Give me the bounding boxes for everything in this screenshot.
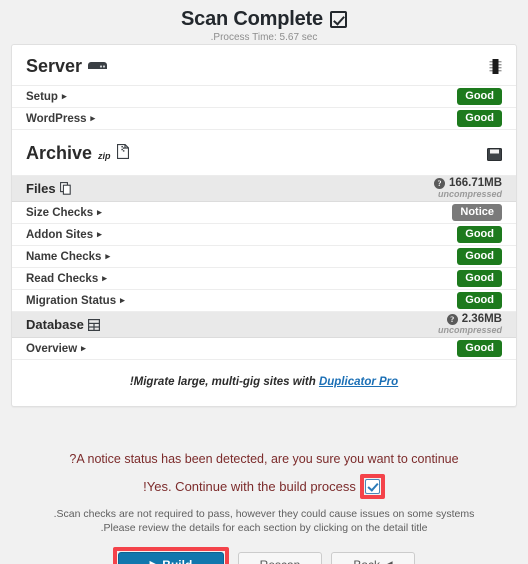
row-size-checks-label: Size Checks (26, 206, 94, 219)
footer-notes: .Scan checks are not required to pass, h… (0, 507, 528, 535)
row-setup[interactable]: Setup ▸ Good (12, 86, 516, 108)
row-migration-status[interactable]: Migration Status ▸ Good (12, 290, 516, 312)
promo-text: !Migrate large, multi-gig sites with (129, 376, 319, 388)
notice-warning-text: ?A notice status has been detected, are … (69, 452, 459, 466)
row-setup-label-wrap: Setup ▸ (26, 91, 66, 103)
row-wordpress[interactable]: WordPress ▸ Good (12, 108, 516, 130)
row-name-checks[interactable]: Name Checks ▸ Good (12, 246, 516, 268)
confirm-build-checkbox[interactable] (364, 479, 380, 494)
microchip-icon (489, 58, 502, 75)
back-button[interactable]: Back ◀ (331, 552, 415, 564)
chevron-right-icon: ▸ (81, 343, 86, 353)
section-header-server: Server (12, 45, 516, 86)
row-read-checks-label: Read Checks (26, 272, 99, 285)
row-setup-label: Setup (26, 90, 58, 103)
row-addon-sites-label-wrap: Addon Sites ▸ (26, 229, 102, 241)
row-overview-label-wrap: Overview ▸ (26, 343, 86, 355)
chevron-right-icon: ▸ (97, 207, 102, 217)
table-grid-icon (87, 318, 100, 331)
footer-buttons: ▶ Build Rescan Back ◀ (0, 547, 528, 564)
chevron-right-icon: ▸ (105, 251, 110, 261)
database-size-value-wrap: ? 2.36MB (438, 312, 502, 325)
duplicator-pro-link[interactable]: Duplicator Pro (319, 376, 398, 388)
section-header-archive: Archive zip (12, 130, 516, 176)
confirm-build-label: !Yes. Continue with the build process (143, 478, 356, 494)
section-title-server-text: Server (26, 56, 83, 76)
files-size-cell: ? 166.71MB uncompressed (433, 176, 502, 200)
row-name-checks-label: Name Checks (26, 250, 102, 263)
files-copy-icon (59, 182, 71, 195)
chevron-right-icon: ▸ (102, 273, 107, 283)
files-size-value: 166.71MB (448, 176, 502, 189)
row-addon-sites-label: Addon Sites (26, 228, 94, 241)
chevron-right-icon: ▸ (90, 113, 96, 123)
row-overview[interactable]: Overview ▸ Good (12, 338, 516, 360)
build-button[interactable]: ▶ Build (118, 552, 224, 564)
floppy-save-icon (487, 148, 502, 161)
status-badge: Good (457, 110, 502, 127)
footer-note-2: .Please review the details for each sect… (100, 522, 428, 534)
database-size-value: 2.36MB (461, 312, 502, 325)
chevron-right-icon: ▸ (61, 91, 67, 101)
chevron-right-icon: ▸ (97, 229, 102, 239)
process-time-label: .Process Time: 5.67 sec (210, 32, 318, 43)
row-size-checks-label-wrap: Size Checks ▸ (26, 207, 102, 219)
page-title-text: Scan Complete (181, 8, 323, 30)
row-read-checks[interactable]: Read Checks ▸ Good (12, 268, 516, 290)
archive-format-label: zip (98, 151, 111, 161)
page-title: Scan Complete (181, 7, 347, 31)
status-badge: Good (457, 292, 502, 309)
footer-note-1: .Scan checks are not required to pass, h… (53, 508, 475, 520)
question-circle-icon[interactable]: ? (446, 313, 458, 325)
promo-banner: !Migrate large, multi-gig sites with Dup… (12, 360, 516, 406)
row-database[interactable]: Database ? 2.36MB uncompressed (12, 312, 516, 338)
status-badge: Good (457, 248, 502, 265)
page-header: Scan Complete .Process Time: 5.67 sec (0, 0, 528, 44)
scan-results-card: Server Setup ▸ Good WordPress ▸ Good Arc… (11, 44, 517, 407)
chevron-right-icon: ▸ (120, 295, 125, 305)
row-migration-status-label: Migration Status (26, 294, 117, 307)
section-rows-archive: Files ? 166.71MB uncompressed Size Check… (12, 176, 516, 360)
section-title-archive-text: Archive (26, 143, 93, 163)
section-title-server: Server (26, 55, 108, 77)
confirm-build-row: !Yes. Continue with the build process (0, 474, 528, 499)
rescan-button[interactable]: Rescan (238, 552, 322, 564)
row-name-checks-label-wrap: Name Checks ▸ (26, 251, 110, 263)
files-size-note: uncompressed (437, 188, 502, 199)
confirm-checkbox-highlight (359, 474, 385, 499)
database-size-cell: ? 2.36MB uncompressed (437, 312, 502, 336)
row-addon-sites[interactable]: Addon Sites ▸ Good (12, 224, 516, 246)
database-size-note: uncompressed (437, 324, 502, 335)
status-badge: Good (457, 226, 502, 243)
section-rows-server: Setup ▸ Good WordPress ▸ Good (12, 86, 516, 130)
row-migration-status-label-wrap: Migration Status ▸ (26, 295, 125, 307)
status-badge: Notice (452, 204, 502, 221)
row-wordpress-label-wrap: WordPress ▸ (26, 113, 95, 125)
file-zip-icon (116, 144, 129, 159)
row-database-label-wrap: Database (26, 317, 100, 332)
row-overview-label: Overview (26, 342, 78, 355)
row-wordpress-label: WordPress (26, 112, 87, 125)
row-files-label-wrap: Files (26, 181, 71, 196)
row-database-label: Database (26, 317, 84, 332)
row-size-checks[interactable]: Size Checks ▸ Notice (12, 202, 516, 224)
checkbox-checked-icon (329, 10, 347, 28)
scan-results-page: Scan Complete .Process Time: 5.67 sec Se… (0, 0, 528, 564)
status-badge: Good (457, 340, 502, 357)
row-read-checks-label-wrap: Read Checks ▸ (26, 273, 107, 285)
server-icon (88, 59, 108, 72)
files-size-value-wrap: ? 166.71MB (433, 176, 502, 189)
question-circle-icon[interactable]: ? (433, 177, 445, 189)
build-button-highlight: ▶ Build (113, 547, 229, 564)
build-confirm-footer: ?A notice status has been detected, are … (0, 450, 528, 564)
row-files[interactable]: Files ? 166.71MB uncompressed (12, 176, 516, 202)
status-badge: Good (457, 88, 502, 105)
row-files-label: Files (26, 181, 56, 196)
section-title-archive: Archive zip (26, 142, 129, 167)
status-badge: Good (457, 270, 502, 287)
